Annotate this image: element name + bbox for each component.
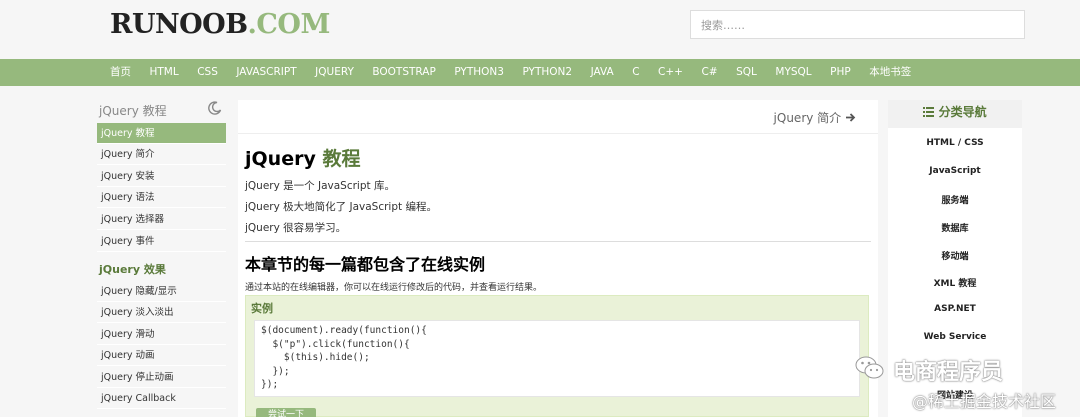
- list-icon: [923, 105, 938, 119]
- sidebar-item-jquery-syntax[interactable]: jQuery 语法: [97, 187, 226, 208]
- page-title: jQuery 教程: [245, 144, 360, 171]
- sidebar-item-fade[interactable]: jQuery 淡入淡出: [97, 302, 226, 323]
- example-box: 实例 $(document).ready(function(){ $("p").…: [245, 295, 869, 417]
- arrow-right-icon: [845, 111, 856, 125]
- main-content: jQuery 简介 jQuery 教程 jQuery 是一个 JavaScrip…: [238, 100, 878, 417]
- page-title-accent: 教程: [322, 148, 361, 170]
- top-nav: 首页 HTML CSS JAVASCRIPT JQUERY BOOTSTRAP …: [0, 59, 1080, 86]
- sidebar-item-stop[interactable]: jQuery 停止动画: [97, 367, 226, 388]
- nav-item-cpp[interactable]: C++: [658, 59, 683, 86]
- category-xml[interactable]: XML 教程: [888, 276, 1022, 289]
- category-database[interactable]: 数据库: [888, 221, 1022, 234]
- section-description: 通过本站的在线编辑器，你可以在线运行修改后的代码，并查看运行结果。: [245, 283, 543, 293]
- intro-paragraph-3: jQuery 很容易学习。: [245, 222, 347, 234]
- sidebar-item-jquery-tutorial[interactable]: jQuery 教程: [97, 123, 226, 144]
- nav-item-css[interactable]: CSS: [197, 59, 218, 86]
- nav-item-bookmarks[interactable]: 本地书签: [869, 59, 911, 86]
- page-title-main: jQuery: [245, 148, 316, 170]
- sidebar-item-callback[interactable]: jQuery Callback: [97, 388, 226, 409]
- example-title: 实例: [251, 302, 273, 315]
- wechat-icon: [855, 355, 885, 385]
- header: RUNOOB.COM 搜索……: [0, 0, 1080, 58]
- intro-paragraph-2: jQuery 极大地简化了 JavaScript 编程。: [245, 201, 437, 213]
- sidebar-item-jquery-intro[interactable]: jQuery 简介: [97, 144, 226, 165]
- sidebar-item-slide[interactable]: jQuery 滑动: [97, 324, 226, 345]
- try-it-button[interactable]: 尝试一下: [256, 408, 316, 417]
- sidebar-item-jquery-selectors[interactable]: jQuery 选择器: [97, 209, 226, 230]
- category-nav-header: 分类导航: [888, 100, 1022, 128]
- sidebar-section-effects: jQuery 效果: [99, 263, 166, 276]
- divider: [245, 241, 871, 242]
- watermark-wechat: 电商程序员: [855, 354, 1055, 386]
- search-input[interactable]: 搜索……: [690, 10, 1025, 39]
- article-topbar: jQuery 简介: [238, 100, 878, 134]
- nav-item-csharp[interactable]: C#: [701, 59, 717, 86]
- nav-item-java[interactable]: JAVA: [591, 59, 614, 86]
- sidebar-item-animate[interactable]: jQuery 动画: [97, 345, 226, 366]
- nav-item-html[interactable]: HTML: [150, 59, 179, 86]
- watermark-credit: @稀土掘金技术社区: [912, 392, 1057, 411]
- category-mobile[interactable]: 移动端: [888, 249, 1022, 262]
- nav-item-jquery[interactable]: JQUERY: [315, 59, 354, 86]
- category-javascript[interactable]: JavaScript: [888, 166, 1022, 176]
- logo-text-domain: .COM: [247, 9, 331, 40]
- code-block: $(document).ready(function(){ $("p").cli…: [254, 320, 860, 397]
- nav-item-bootstrap[interactable]: BOOTSTRAP: [372, 59, 435, 86]
- category-web-service[interactable]: Web Service: [888, 332, 1022, 342]
- code-line: });: [261, 365, 290, 377]
- category-server[interactable]: 服务端: [888, 193, 1022, 206]
- site-logo[interactable]: RUNOOB.COM: [110, 9, 330, 40]
- moon-icon[interactable]: [208, 101, 222, 118]
- watermark-text: 电商程序员: [893, 360, 1004, 385]
- nav-item-python3[interactable]: PYTHON3: [454, 59, 504, 86]
- nav-item-c[interactable]: C: [632, 59, 639, 86]
- next-link-label: jQuery 简介: [773, 111, 842, 125]
- nav-item-sql[interactable]: SQL: [736, 59, 757, 86]
- next-link[interactable]: jQuery 简介: [774, 109, 856, 126]
- category-nav-title: 分类导航: [938, 105, 987, 119]
- nav-item-home[interactable]: 首页: [110, 59, 131, 86]
- code-line: $(document).ready(function(){: [261, 325, 427, 336]
- sidebar-title: jQuery 教程: [99, 104, 167, 118]
- category-html-css[interactable]: HTML / CSS: [888, 138, 1022, 148]
- nav-item-python2[interactable]: PYTHON2: [522, 59, 572, 86]
- sidebar-item-hide-show[interactable]: jQuery 隐藏/显示: [97, 281, 226, 302]
- nav-item-php[interactable]: PHP: [830, 59, 851, 86]
- logo-text-main: RUNOOB: [110, 9, 248, 40]
- intro-paragraph-1: jQuery 是一个 JavaScript 库。: [245, 180, 395, 192]
- category-aspnet[interactable]: ASP.NET: [888, 304, 1022, 314]
- section-heading: 本章节的每一篇都包含了在线实例: [245, 255, 486, 274]
- code-line: $(this).hide();: [261, 352, 370, 363]
- sidebar-item-jquery-events[interactable]: jQuery 事件: [97, 231, 226, 252]
- sidebar-item-jquery-install[interactable]: jQuery 安装: [97, 166, 226, 187]
- sidebar-header: jQuery 教程: [97, 98, 226, 122]
- nav-item-mysql[interactable]: MYSQL: [775, 59, 811, 86]
- left-sidebar: jQuery 教程 jQuery 教程 jQuery 简介 jQuery 安装 …: [97, 98, 226, 417]
- code-line: $("p").click(function(){: [261, 338, 410, 350]
- code-line: });: [261, 379, 279, 390]
- nav-item-javascript[interactable]: JAVASCRIPT: [236, 59, 296, 86]
